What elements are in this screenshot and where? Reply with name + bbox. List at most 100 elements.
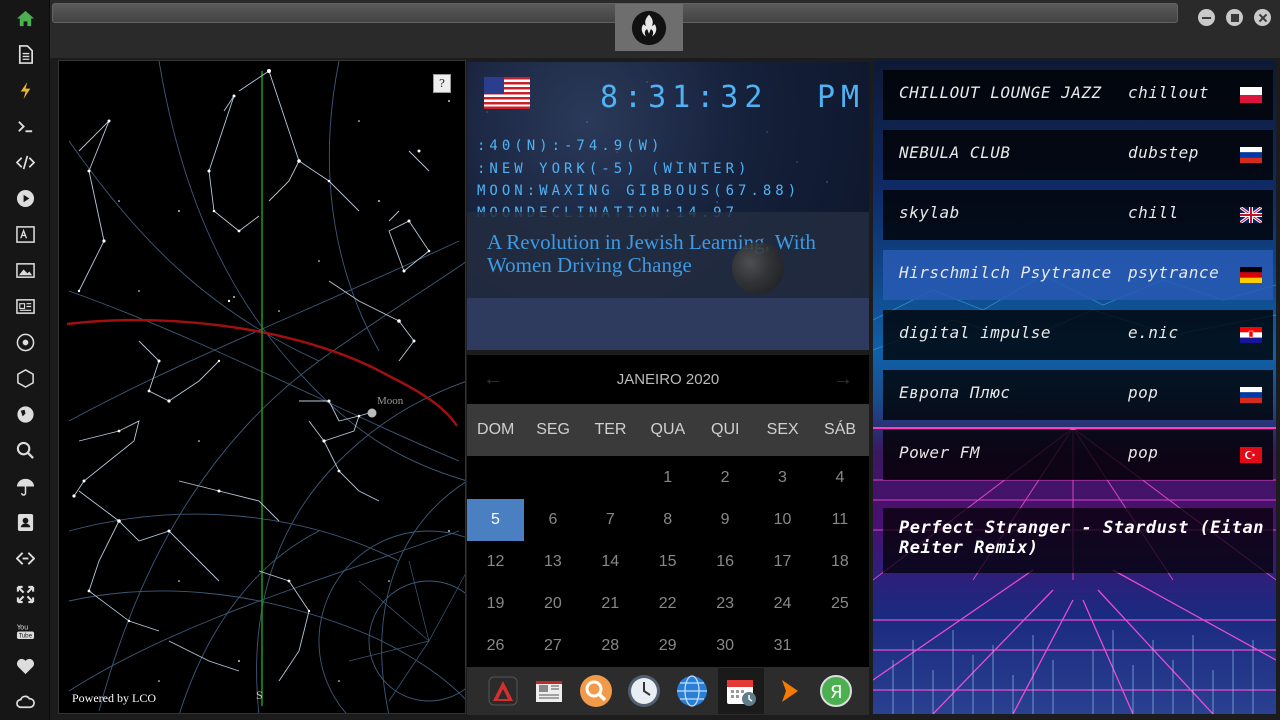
radio-station-row[interactable]: Европа Плюс pop (883, 370, 1273, 420)
calendar-day[interactable]: 14 (582, 541, 639, 583)
station-genre: chillout (1128, 83, 1210, 102)
globe-app-icon[interactable] (673, 672, 711, 710)
expand-icon[interactable] (0, 576, 50, 612)
calendar-day[interactable]: 9 (697, 499, 754, 541)
heart-icon[interactable] (0, 648, 50, 684)
calendar-day[interactable]: 24 (754, 583, 811, 625)
radio-station-row[interactable]: CHILLOUT LOUNGE JAZZ chillout (883, 70, 1273, 120)
minimize-button[interactable] (1198, 9, 1215, 26)
now-playing: Perfect Stranger - Stardust (Eitan Reite… (883, 508, 1273, 573)
play-app-icon[interactable] (770, 672, 808, 710)
translate-icon[interactable] (0, 216, 50, 252)
calendar-day[interactable]: 2 (697, 457, 754, 499)
rebel-icon[interactable] (0, 324, 50, 360)
moon-marker[interactable] (367, 408, 377, 418)
moon-icon (732, 242, 784, 294)
rebel-logo-icon (631, 10, 667, 46)
calendar-day[interactable]: 7 (582, 499, 639, 541)
lightning-icon[interactable] (0, 72, 50, 108)
calendar-day[interactable]: 23 (697, 583, 754, 625)
station-genre: chill (1128, 203, 1179, 222)
calendar-day[interactable]: 3 (754, 457, 811, 499)
station-genre: pop (1128, 383, 1159, 402)
umbrella-icon[interactable] (0, 468, 50, 504)
calendar-day[interactable]: 19 (467, 583, 524, 625)
home-icon[interactable] (0, 0, 50, 36)
close-button[interactable] (1254, 9, 1271, 26)
station-name: Power FM (899, 443, 981, 462)
drafting-icon[interactable] (484, 672, 522, 710)
russia-flag-icon (1240, 387, 1262, 403)
station-genre: psytrance (1128, 263, 1220, 282)
calendar-day[interactable]: 4 (811, 457, 868, 499)
calendar-day[interactable]: 28 (582, 625, 639, 667)
search-app-icon[interactable] (577, 672, 615, 710)
calendar: ← JANEIRO 2020 → DOM SEG TER QUA QUI SEX… (467, 355, 869, 667)
calendar-day[interactable]: 10 (754, 499, 811, 541)
image-icon[interactable] (0, 252, 50, 288)
svg-text:Tube: Tube (17, 633, 32, 639)
maximize-button[interactable] (1226, 9, 1243, 26)
radio-station-row[interactable]: skylab chill (883, 190, 1273, 240)
hexagon-icon[interactable] (0, 360, 50, 396)
news-headline[interactable]: A Revolution in Jewish Learning, With Wo… (487, 231, 857, 277)
calendar-app-icon[interactable] (718, 668, 764, 714)
title-bar (50, 0, 1280, 58)
play-icon[interactable] (0, 180, 50, 216)
calendar-day[interactable]: 6 (524, 499, 581, 541)
calendar-day[interactable]: 13 (524, 541, 581, 583)
svg-text:You: You (16, 623, 28, 631)
news-box[interactable]: A Revolution in Jewish Learning, With Wo… (467, 212, 869, 298)
app-logo-tab[interactable] (615, 4, 683, 51)
radio-station-row-active[interactable]: Hirschmilch Psytrance psytrance (883, 250, 1273, 300)
code-icon[interactable] (0, 144, 50, 180)
calendar-day[interactable]: 17 (754, 541, 811, 583)
calendar-day[interactable]: 20 (524, 583, 581, 625)
radio-station-row[interactable]: Power FM pop (883, 430, 1273, 480)
calendar-day[interactable]: 16 (697, 541, 754, 583)
yandex-icon[interactable]: Я (817, 672, 855, 710)
sky-chart (66, 61, 465, 713)
contact-icon[interactable] (0, 504, 50, 540)
next-month-button[interactable]: → (833, 368, 853, 391)
code-fork-icon[interactable] (0, 540, 50, 576)
news-footer (467, 298, 869, 350)
calendar-day[interactable]: 1 (639, 457, 696, 499)
radio-panel: CHILLOUT LOUNGE JAZZ chillout NEBULA CLU… (873, 60, 1276, 714)
weekday-label: DOM (477, 421, 515, 438)
calendar-day[interactable]: 26 (467, 625, 524, 667)
document-icon[interactable] (0, 36, 50, 72)
help-button[interactable]: ? (433, 74, 451, 93)
calendar-day[interactable]: 27 (524, 625, 581, 667)
clock-app-icon[interactable] (625, 672, 663, 710)
turkey-flag-icon (1240, 447, 1262, 463)
sky-map[interactable]: ? Moon S Powered by LCO (58, 60, 466, 714)
location-text: :NEW YORK(-5) (WINTER) (477, 161, 751, 177)
russia-flag-icon (1240, 147, 1262, 163)
calendar-day[interactable]: 29 (639, 625, 696, 667)
station-name: skylab (899, 203, 960, 222)
calendar-day[interactable]: 25 (811, 583, 868, 625)
calendar-day[interactable]: 31 (754, 625, 811, 667)
calendar-day[interactable]: 22 (639, 583, 696, 625)
calendar-day[interactable]: 18 (811, 541, 868, 583)
search-icon[interactable] (0, 432, 50, 468)
newspaper-app-icon[interactable] (530, 672, 568, 710)
calendar-day[interactable]: 15 (639, 541, 696, 583)
terminal-icon[interactable] (0, 108, 50, 144)
calendar-day[interactable]: 11 (811, 499, 868, 541)
weekday-label: SÁB (824, 421, 857, 438)
calendar-day[interactable]: 21 (582, 583, 639, 625)
globe-icon[interactable] (0, 396, 50, 432)
station-genre: pop (1128, 443, 1159, 462)
calendar-day[interactable]: 12 (467, 541, 524, 583)
newspaper-icon[interactable] (0, 288, 50, 324)
radio-station-row[interactable]: digital impulse e.nic (883, 310, 1273, 360)
youtube-icon[interactable]: You Tube (0, 612, 50, 648)
radio-station-row[interactable]: NEBULA CLUB dubstep (883, 130, 1273, 180)
calendar-day[interactable]: 8 (639, 499, 696, 541)
cloud-icon[interactable] (0, 684, 50, 720)
prev-month-button[interactable]: ← (483, 368, 503, 391)
calendar-day-today[interactable]: 5 (467, 499, 524, 541)
calendar-day[interactable]: 30 (697, 625, 754, 667)
